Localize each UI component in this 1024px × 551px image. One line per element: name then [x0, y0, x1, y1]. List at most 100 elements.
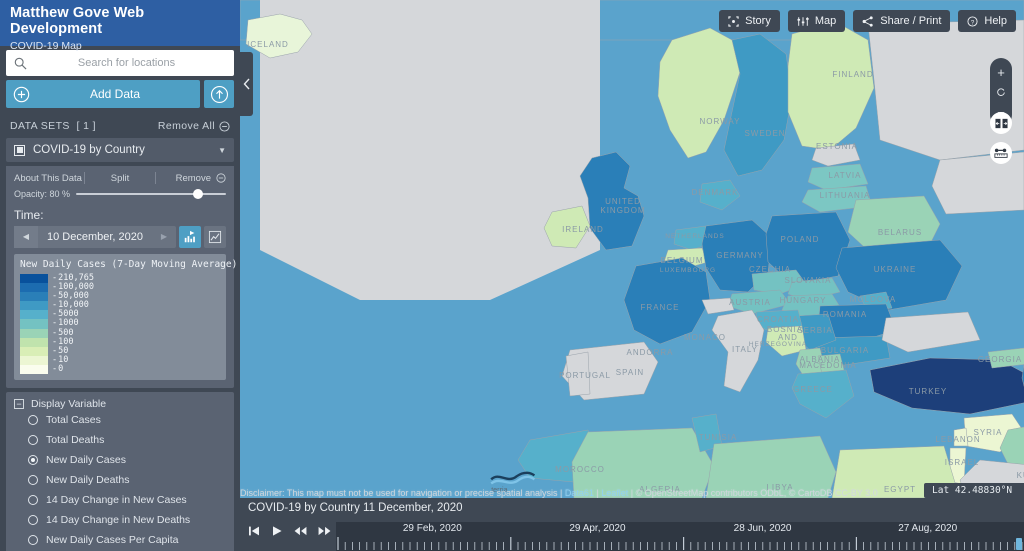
display-variable-option[interactable]: New Daily Cases	[14, 450, 226, 470]
terria-map-application: ICELAND NORWAY SWEDEN FINLAND ESTONIA LATVIA L…	[0, 0, 1024, 551]
story-icon	[728, 15, 739, 27]
attribution-leaflet-link[interactable]: Leaflet	[601, 488, 628, 498]
datasets-title-group: DATA SETS [ 1 ]	[10, 120, 96, 132]
attribution-sep-2: |	[628, 488, 636, 498]
display-variable-option[interactable]: 14 Day Change in New Cases	[14, 490, 226, 510]
lat-value: 42.48830°N	[954, 485, 1013, 496]
dataset-card: COVID-19 by Country ▼	[6, 138, 234, 162]
legend-tick-labels: 210,765100,00050,00010,00050001000500100…	[48, 273, 94, 374]
dataset-header[interactable]: COVID-19 by Country ▼	[6, 138, 234, 162]
timeline-bar: COVID-19 by Country 11 December, 2020 29…	[240, 498, 1024, 551]
story-button[interactable]: Story	[719, 10, 780, 32]
timeline-track[interactable]: 29 Feb, 2020 29 Apr, 2020 28 Jun, 2020 27 A…	[336, 522, 1024, 551]
brand-title: Matthew Gove Web Development	[10, 5, 145, 37]
timeline-date-label: 28 Jun, 2020	[733, 523, 792, 534]
legend-swatch	[20, 274, 48, 284]
map-toolbar: Story Map Share / Print ? Help	[719, 10, 1016, 32]
radio-icon[interactable]	[28, 415, 38, 426]
help-circle-icon: ?	[967, 15, 978, 27]
legend-swatch	[20, 346, 48, 356]
remove-label: Remove	[175, 172, 211, 184]
dataset-body: About This Data Split Remove Opacity: 80…	[6, 166, 237, 389]
legend-swatch	[20, 283, 48, 293]
radio-icon[interactable]	[28, 435, 38, 446]
minus-box-icon[interactable]: −	[14, 399, 24, 410]
add-data-row: Add Data	[0, 76, 240, 108]
map-button[interactable]: Map	[787, 10, 846, 32]
split-button[interactable]: Split	[85, 173, 155, 184]
coordinate-readout: Lat 42.48830°N Lon 20.83008°E Elev	[924, 483, 1024, 498]
search-box[interactable]	[6, 50, 234, 76]
share-print-label: Share / Print	[880, 15, 942, 27]
story-label: Story	[745, 15, 771, 27]
radio-icon[interactable]	[28, 455, 38, 466]
display-variable-option-label: New Daily Cases Per Capita	[46, 534, 179, 547]
to-start-button[interactable]	[248, 525, 260, 537]
split-compare-icon	[994, 118, 1008, 128]
datasets-title: DATA SETS	[10, 120, 70, 132]
timeline-caption: COVID-19 by Country 11 December, 2020	[248, 502, 463, 514]
search-input[interactable]	[27, 57, 226, 69]
display-variable-header[interactable]: − Display Variable	[14, 398, 226, 410]
remove-dataset-button[interactable]: Remove	[156, 173, 226, 184]
add-data-button[interactable]: Add Data	[6, 80, 200, 108]
opacity-label: Opacity: 80 %	[14, 189, 71, 199]
radio-icon[interactable]	[28, 535, 38, 546]
display-variable-option[interactable]: New Daily Cases Per Capita	[14, 530, 226, 550]
sidebar-collapse-button[interactable]	[240, 52, 253, 116]
dataset-actions-row: About This Data Split Remove	[14, 172, 226, 189]
compare-split-button[interactable]	[990, 112, 1012, 134]
step-forward-button[interactable]	[318, 525, 331, 537]
reset-view-button[interactable]	[990, 82, 1012, 102]
display-variable-option[interactable]: New Daily Deaths	[14, 470, 226, 490]
remove-all-button[interactable]: Remove All	[158, 120, 230, 132]
map-canvas[interactable]: ICELAND NORWAY SWEDEN FINLAND ESTONIA LATVIA L…	[240, 0, 1024, 498]
timeseries-play-button[interactable]	[179, 226, 201, 248]
display-variable-option[interactable]: 14 Day Change in New Deaths	[14, 510, 226, 530]
zoom-in-button[interactable]: +	[990, 62, 1012, 82]
upload-data-button[interactable]	[204, 80, 234, 108]
timeline-ruler	[337, 537, 1023, 550]
opacity-slider-track[interactable]	[76, 189, 226, 199]
display-variable-option[interactable]: Total Cases	[14, 410, 226, 430]
svg-text:?: ?	[971, 19, 975, 26]
about-this-data-button[interactable]: About This Data	[14, 173, 84, 184]
split-label: Split	[110, 172, 130, 184]
attribution-data61-link[interactable]: Data61	[565, 488, 594, 498]
legend-swatch	[20, 292, 48, 302]
display-variable-option-label: New Daily Cases	[46, 454, 126, 467]
radio-icon[interactable]	[28, 515, 38, 526]
brand-header: Matthew Gove Web Development COVID-19 Ma…	[0, 0, 240, 52]
radio-icon[interactable]	[28, 495, 38, 506]
share-icon	[862, 15, 873, 27]
share-print-button[interactable]: Share / Print	[853, 10, 951, 32]
radio-icon[interactable]	[28, 475, 38, 486]
timeline-scrubber-handle[interactable]	[1016, 538, 1022, 550]
attribution-disclaimer: Disclaimer: This map must not be used fo…	[240, 488, 565, 498]
legend-swatch	[20, 310, 48, 320]
lat-label: Lat	[932, 485, 950, 496]
plus-circle-icon	[13, 86, 30, 102]
legend-tick: 0	[52, 364, 94, 374]
play-button[interactable]	[271, 525, 283, 537]
date-prev-button[interactable]: ◀	[14, 226, 38, 248]
minus-circle-icon	[216, 173, 226, 183]
dataset-visibility-checkbox[interactable]	[14, 144, 25, 156]
dataset-name: COVID-19 by Country	[33, 144, 145, 156]
measure-tool-button[interactable]	[990, 142, 1012, 164]
opacity-control[interactable]: Opacity: 80 %	[14, 189, 226, 199]
legend-swatch	[20, 328, 48, 338]
chevron-down-icon[interactable]: ▼	[218, 146, 226, 155]
to-start-icon	[249, 526, 259, 535]
display-variable-panel: − Display Variable Total Cases Total Deat…	[6, 392, 234, 551]
help-button[interactable]: ? Help	[958, 10, 1016, 32]
timeseries-chart-button[interactable]	[204, 226, 226, 248]
date-next-button[interactable]: ▶	[152, 226, 176, 248]
step-back-button[interactable]	[294, 525, 307, 537]
time-controls: ◀ 10 December, 2020 ▶	[14, 226, 226, 248]
legend-swatch	[20, 319, 48, 329]
add-data-label: Add Data	[89, 87, 141, 101]
display-variable-option[interactable]: Total Deaths	[14, 430, 226, 450]
opacity-slider-knob[interactable]	[193, 189, 203, 199]
upload-circle-icon	[210, 85, 228, 103]
